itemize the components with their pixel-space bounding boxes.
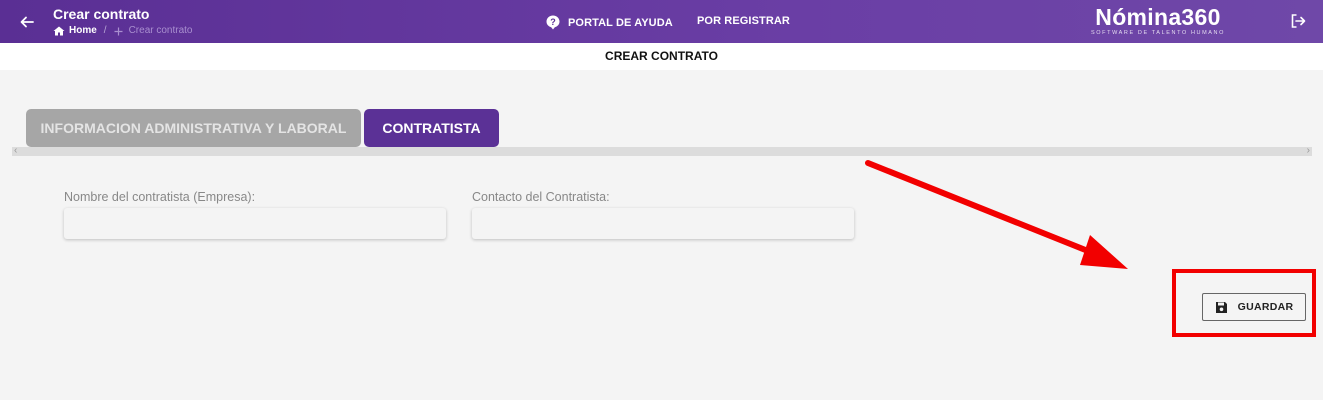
logout-icon: [1291, 14, 1306, 28]
help-portal-link[interactable]: ? PORTAL DE AYUDA: [546, 15, 673, 30]
save-button[interactable]: GUARDAR: [1202, 293, 1306, 321]
tab-contractor[interactable]: CONTRATISTA: [364, 109, 499, 147]
arrow-left-icon: [20, 16, 34, 28]
help-badge-icon: ?: [546, 15, 560, 30]
plus-icon: [114, 27, 123, 35]
top-bar: Crear contrato Home / Crear contrato ? P…: [0, 0, 1323, 43]
contractor-contact-input[interactable]: [472, 208, 854, 239]
home-icon: [53, 26, 65, 36]
pending-registration-link[interactable]: POR REGISTRAR: [697, 15, 790, 27]
logo-tagline: SOFTWARE DE TALENTO HUMANO: [1091, 30, 1225, 36]
breadcrumb-current: Crear contrato: [114, 25, 193, 37]
section-title: CREAR CONTRATO: [0, 43, 1323, 70]
pending-registration-label: POR REGISTRAR: [697, 15, 790, 27]
logo-name: Nómina360: [1095, 4, 1221, 30]
tab-administrative-info[interactable]: INFORMACION ADMINISTRATIVA Y LABORAL: [26, 109, 361, 147]
page-title: Crear contrato: [53, 6, 150, 22]
breadcrumb-home-label: Home: [69, 25, 97, 36]
breadcrumb-home[interactable]: Home: [53, 25, 97, 37]
back-button[interactable]: [16, 11, 38, 33]
save-button-label: GUARDAR: [1237, 301, 1294, 313]
scroll-right-icon[interactable]: ›: [1307, 144, 1310, 158]
annotation-arrow: [865, 160, 1128, 269]
contractor-name-input[interactable]: [64, 208, 446, 239]
nomina360-logo: Nómina360 SOFTWARE DE TALENTO HUMANO: [1083, 5, 1233, 36]
contractor-name-label: Nombre del contratista (Empresa):: [64, 190, 256, 204]
logout-button[interactable]: [1290, 13, 1306, 34]
contractor-contact-label: Contacto del Contratista:: [472, 190, 610, 204]
floppy-disk-icon: [1215, 301, 1227, 313]
breadcrumb-separator: /: [103, 25, 107, 36]
breadcrumb: Home / Crear contrato: [53, 25, 193, 37]
scroll-left-icon[interactable]: ‹: [14, 144, 17, 158]
title-block: Crear contrato Home / Crear contrato: [53, 6, 193, 37]
svg-text:?: ?: [550, 17, 556, 27]
breadcrumb-current-label: Crear contrato: [128, 25, 193, 36]
help-portal-label: PORTAL DE AYUDA: [568, 16, 673, 29]
